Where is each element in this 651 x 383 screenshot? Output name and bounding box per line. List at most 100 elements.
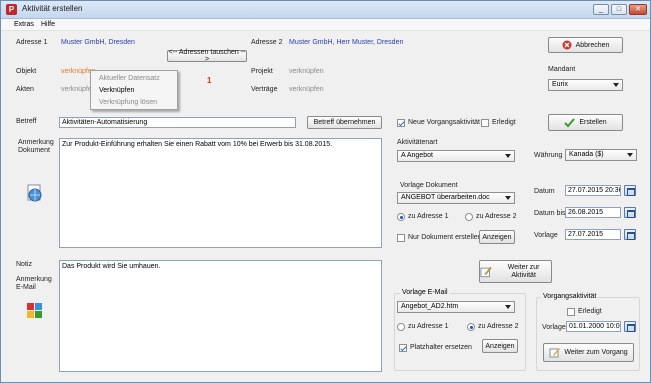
menu-item-verknuepfen[interactable]: Verknüpfen (99, 87, 134, 94)
vorgangsaktivitaet-label: Vorgangsaktivität (541, 293, 599, 300)
platzhalter-label: Platzhalter ersetzen (410, 344, 472, 351)
context-menu: Aktueller Datensatz Verknüpfen Verknüpfu… (90, 70, 178, 110)
vertraege-label: Verträge (251, 86, 278, 93)
document-globe-icon (27, 184, 42, 202)
vorgang-vorlage-label: Vorlage (542, 324, 566, 331)
create-button[interactable]: Erstellen (548, 114, 623, 131)
notiz-label: Notiz (16, 261, 32, 268)
aktivitaetenart-label: Aktivitätenart (397, 139, 438, 146)
email-adresse2-label: zu Adresse 2 (478, 323, 519, 330)
maximize-button[interactable]: □ (611, 4, 627, 15)
akten-label: Akten (16, 86, 34, 93)
check-icon (564, 117, 576, 127)
email-label: E-Mail (16, 284, 36, 291)
create-label: Erstellen (579, 119, 607, 126)
weiter-aktivitaet-label: Weiter zur Aktivität (507, 263, 540, 279)
pencil-icon (480, 266, 492, 278)
cancel-button[interactable]: Abbrechen (548, 37, 623, 53)
dokument-adresse1-radio[interactable] (397, 213, 405, 221)
datum-bis-input[interactable]: 26.08.2015 (565, 207, 621, 218)
main-window: P Aktivität erstellen _ □ ✕ Extras Hilfe… (0, 0, 651, 383)
weiter-vorgang-label: Weiter zum Vorgang (564, 349, 628, 356)
address2-label: Adresse 2 (251, 39, 283, 46)
betreff-label: Betreff (16, 118, 37, 125)
nur-dokument-checkbox[interactable] (397, 234, 405, 242)
weiter-aktivitaet-button[interactable]: Weiter zur Aktivität (479, 260, 552, 283)
window-title: Aktivität erstellen (22, 4, 83, 13)
chevron-down-icon (505, 305, 511, 309)
neue-vorgang-label: Neue Vorgangsaktivität (408, 119, 480, 126)
email-anzeigen-button[interactable]: Anzeigen (482, 339, 518, 353)
vorlage-dokument-select[interactable]: ANGEBOT überarbeiten.doc (397, 192, 515, 204)
datum-label: Datum (534, 188, 555, 195)
waehrung-value: Kanada ($) (569, 151, 604, 158)
projekt-link[interactable]: verknüpfen (289, 68, 324, 75)
title-bar[interactable]: P Aktivität erstellen _ □ ✕ (1, 1, 650, 19)
dokument-adresse1-label: zu Adresse 1 (408, 213, 449, 220)
menu-hilfe[interactable]: Hilfe (41, 21, 55, 28)
mandant-label: Mandant (548, 66, 576, 73)
dokument-anzeigen-button[interactable]: Anzeigen (479, 230, 515, 244)
erledigt-label: Erledigt (492, 119, 516, 126)
mandant-value: Eurix (552, 81, 568, 88)
address2-link[interactable]: Muster GmbH, Herr Muster, Dresden (289, 39, 403, 46)
email-puzzle-icon (27, 303, 42, 318)
email-adresse1-label: zu Adresse 1 (408, 323, 449, 330)
chevron-down-icon (505, 154, 511, 158)
close-button[interactable]: ✕ (629, 4, 647, 15)
swap-addresses-button[interactable]: <-- Adressen tauschen --> (167, 49, 247, 63)
datum-input[interactable]: 27.07.2015 20:36 (565, 185, 621, 196)
chevron-down-icon (613, 83, 619, 87)
aktivitaetenart-select[interactable]: A Angebot (397, 150, 515, 162)
cancel-label: Abbrechen (575, 41, 610, 49)
link-count: 1 (207, 76, 212, 85)
nur-dokument-label: Nur Dokument erstellen (408, 234, 482, 241)
projekt-label: Projekt (251, 68, 273, 75)
calendar-icon[interactable] (624, 207, 636, 218)
notiz-textarea[interactable]: Das Produkt wird Sie umhauen. (59, 260, 382, 372)
email-adresse2-radio[interactable] (467, 323, 475, 331)
pencil-icon (549, 348, 561, 358)
vorlage-email-value: Angebot_AD2.htm (401, 303, 459, 310)
dokument-adresse2-label: zu Adresse 2 (476, 213, 517, 220)
menu-extras[interactable]: Extras (14, 21, 34, 28)
vorgang-erledigt-label: Erledigt (578, 308, 602, 315)
vorlage-dokument-label: Vorlage Dokument (400, 182, 458, 189)
datum-bis-label: Datum bis (534, 210, 566, 217)
menu-item-aktueller-datensatz[interactable]: Aktueller Datensatz (99, 75, 160, 82)
menu-item-verknuepfung-loesen[interactable]: Verknüpfung lösen (99, 99, 157, 106)
mandant-select[interactable]: Eurix (548, 79, 623, 91)
erledigt-checkbox[interactable] (481, 119, 489, 127)
vorlage-email-label: Vorlage E-Mail (400, 289, 450, 296)
vorlage-dokument-value: ANGEBOT überarbeiten.doc (401, 194, 490, 201)
address1-link[interactable]: Muster GmbH, Dresden (61, 39, 135, 46)
cancel-icon (562, 40, 572, 50)
platzhalter-checkbox[interactable] (399, 344, 407, 352)
dokument-label: Dokument (18, 147, 50, 154)
weiter-vorgang-button[interactable]: Weiter zum Vorgang (543, 343, 634, 362)
email-adresse1-radio[interactable] (397, 323, 405, 331)
calendar-icon[interactable] (624, 185, 636, 196)
neue-vorgang-checkbox[interactable] (397, 119, 405, 127)
anmerkung-email-label: Anmerkung (16, 276, 52, 283)
waehrung-label: Währung (534, 152, 563, 159)
address1-label: Adresse 1 (16, 39, 48, 46)
anmerkung-label: Anmerkung (18, 139, 54, 146)
vorlage-date-label: Vorlage (534, 232, 558, 239)
vorlage-date-input[interactable]: 27.07.2015 (565, 229, 621, 240)
chevron-down-icon (505, 196, 511, 200)
vorgang-erledigt-checkbox[interactable] (567, 308, 575, 316)
objekt-label: Objekt (16, 68, 37, 75)
calendar-icon[interactable] (624, 229, 636, 240)
chevron-down-icon (627, 153, 633, 157)
vertraege-link[interactable]: verknüpfen (289, 86, 324, 93)
vorgang-vorlage-input[interactable]: 01.01.2000 10:00 (566, 321, 621, 332)
calendar-icon[interactable] (624, 321, 636, 332)
vorlage-email-select[interactable]: Angebot_AD2.htm (397, 301, 515, 313)
anmerkung-dokument-textarea[interactable]: Zur Produkt-Einführung erhalten Sie eine… (59, 138, 382, 248)
dokument-adresse2-radio[interactable] (465, 213, 473, 221)
betreff-input[interactable]: Aktivitäten-Automatisierung (59, 117, 296, 128)
waehrung-select[interactable]: Kanada ($) (565, 149, 637, 161)
minimize-button[interactable]: _ (593, 4, 609, 15)
betreff-uebernehmen-button[interactable]: Betreff übernehmen (307, 116, 382, 129)
